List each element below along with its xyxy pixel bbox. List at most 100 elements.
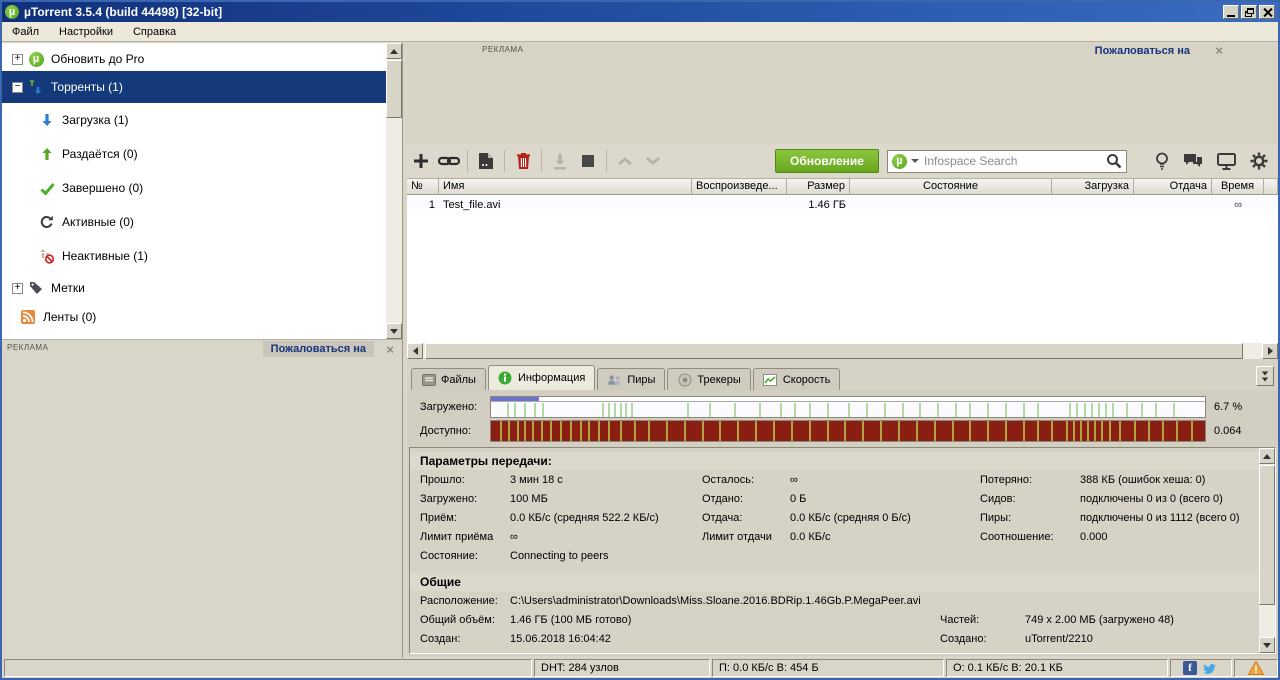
chevron-down-icon	[645, 156, 661, 166]
trackers-icon	[677, 373, 692, 387]
tab-label: Трекеры	[697, 374, 740, 386]
scroll-up-button[interactable]	[386, 43, 402, 59]
downloaded-bar	[490, 396, 1206, 418]
start-button[interactable]	[546, 148, 574, 174]
tab-label: Информация	[518, 372, 585, 384]
settings-gear-icon[interactable]	[1250, 152, 1268, 170]
sidebar-item-inactive[interactable]: Неактивные (1)	[2, 239, 386, 273]
info-panel: Загружено: 6.7 % Доступно: 0.064 Парамет…	[407, 390, 1278, 656]
utorrent-window: µ µTorrent 3.5.4 (build 44498) [32-bit] …	[0, 0, 1280, 680]
ad-close-icon[interactable]: ×	[386, 342, 394, 357]
sidebar-item-torrents[interactable]: − Торренты (1)	[2, 71, 386, 103]
info-scrollbar[interactable]	[1259, 448, 1275, 653]
add-torrent-button[interactable]	[407, 148, 435, 174]
tab-info[interactable]: Информация	[488, 365, 595, 390]
update-button[interactable]: Обновление	[775, 149, 879, 173]
add-from-link-button[interactable]	[435, 148, 463, 174]
scroll-down-button[interactable]	[386, 323, 402, 339]
sidebar-scrollbar[interactable]	[386, 43, 402, 339]
scroll-thumb[interactable]	[425, 343, 1243, 359]
column-status[interactable]: Состояние	[850, 179, 1052, 195]
trash-icon	[516, 152, 531, 170]
search-box[interactable]: µ	[887, 150, 1127, 173]
stop-button[interactable]	[574, 148, 602, 174]
title-bar[interactable]: µ µTorrent 3.5.4 (build 44498) [32-bit]	[2, 2, 1278, 22]
check-icon	[38, 180, 56, 196]
status-empty	[4, 659, 532, 677]
torrent-size: 1.46 ГБ	[787, 199, 850, 211]
chat-icon[interactable]	[1183, 153, 1203, 170]
column-num[interactable]: №	[407, 179, 439, 195]
sidebar-item-upgrade-pro[interactable]: + µ Обновить до Pro	[2, 43, 386, 71]
scroll-thumb[interactable]	[386, 60, 402, 118]
sidebar-item-feeds[interactable]: Ленты (0)	[2, 303, 386, 331]
column-played[interactable]: Воспроизведе...	[692, 179, 787, 195]
move-up-button[interactable]	[611, 148, 639, 174]
collapse-icon[interactable]: −	[12, 82, 23, 93]
detail-tabs: Файлы Информация Пиры Трекеры Скорость	[407, 359, 1278, 390]
create-torrent-button[interactable]	[472, 148, 500, 174]
column-name[interactable]: Имя	[439, 179, 692, 195]
move-down-button[interactable]	[639, 148, 667, 174]
search-engine-dropdown-icon[interactable]	[911, 159, 919, 163]
scroll-left-button[interactable]	[407, 343, 423, 359]
menu-help[interactable]: Справка	[123, 24, 186, 40]
list-horizontal-scrollbar[interactable]	[407, 343, 1278, 359]
sidebar-item-labels[interactable]: + Метки	[2, 273, 386, 303]
expander-icon[interactable]: +	[12, 54, 23, 65]
downloaded-strip-fill	[491, 397, 539, 401]
restore-button[interactable]	[1241, 5, 1257, 19]
status-upload-rate: О: 0.1 КБ/с В: 20.1 КБ	[946, 659, 1168, 677]
sidebar-item-completed[interactable]: Завершено (0)	[2, 171, 386, 205]
scroll-up-button[interactable]	[1259, 448, 1275, 464]
tag-icon	[27, 280, 45, 296]
column-upload[interactable]: Отдача	[1134, 179, 1212, 195]
tab-files[interactable]: Файлы	[411, 368, 486, 390]
tab-peers[interactable]: Пиры	[597, 368, 665, 390]
scroll-down-button[interactable]	[1259, 637, 1275, 653]
remove-button[interactable]	[509, 148, 537, 174]
remote-monitor-icon[interactable]	[1217, 153, 1236, 170]
scroll-thumb[interactable]	[1259, 465, 1275, 605]
close-button[interactable]	[1259, 5, 1275, 19]
column-download[interactable]: Загрузка	[1052, 179, 1134, 195]
column-eta[interactable]: Время	[1212, 179, 1264, 195]
sidebar-item-downloading[interactable]: Загрузка (1)	[2, 103, 386, 137]
sidebar-item-label: Ленты (0)	[43, 310, 96, 324]
sidebar-item-active[interactable]: Активные (0)	[2, 205, 386, 239]
torrent-list: № Имя Воспроизведе... Размер Состояние З…	[407, 179, 1278, 343]
link-icon	[438, 153, 460, 169]
tab-label: Файлы	[441, 374, 476, 386]
tab-trackers[interactable]: Трекеры	[667, 368, 750, 390]
ad-report-link[interactable]: Пожаловаться на	[1087, 43, 1198, 59]
torrent-row[interactable]: 1 Test_file.avi 1.46 ГБ Подключение к пи…	[407, 195, 1278, 214]
top-ad-panel: РЕКЛАМА Пожаловаться на ×	[407, 43, 1278, 144]
torrent-eta: ∞	[1212, 199, 1264, 211]
status-social: f	[1170, 659, 1232, 677]
inactive-icon	[38, 248, 56, 264]
ad-close-icon[interactable]: ×	[1215, 43, 1223, 58]
transfer-section-title: Параметры передачи:	[410, 452, 1259, 470]
menu-file[interactable]: Файл	[2, 24, 49, 40]
twitter-icon[interactable]	[1203, 662, 1219, 675]
ad-report-link[interactable]: Пожаловаться на	[263, 341, 374, 357]
menu-settings[interactable]: Настройки	[49, 24, 123, 40]
search-icon[interactable]	[1106, 153, 1122, 169]
sidebar-ad-panel: РЕКЛАМА Пожаловаться на ×	[2, 339, 403, 658]
scroll-right-button[interactable]	[1262, 343, 1278, 359]
minimize-button[interactable]	[1223, 5, 1239, 19]
sidebar-item-label: Обновить до Pro	[51, 52, 144, 66]
warning-icon[interactable]	[1248, 661, 1264, 675]
refresh-icon	[38, 214, 56, 230]
bulb-icon[interactable]	[1155, 152, 1169, 170]
facebook-icon[interactable]: f	[1183, 661, 1197, 675]
sidebar-item-seeding[interactable]: Раздаётся (0)	[2, 137, 386, 171]
expander-icon[interactable]: +	[12, 283, 23, 294]
tab-speed[interactable]: Скорость	[753, 368, 841, 390]
status-bar: DHT: 284 узлов П: 0.0 КБ/с В: 454 Б О: 0…	[2, 658, 1278, 678]
search-input[interactable]	[924, 154, 1106, 168]
new-file-icon	[478, 152, 494, 170]
collapse-detail-button[interactable]	[1256, 366, 1274, 386]
column-size[interactable]: Размер	[787, 179, 850, 195]
ad-label: РЕКЛАМА	[482, 45, 523, 54]
